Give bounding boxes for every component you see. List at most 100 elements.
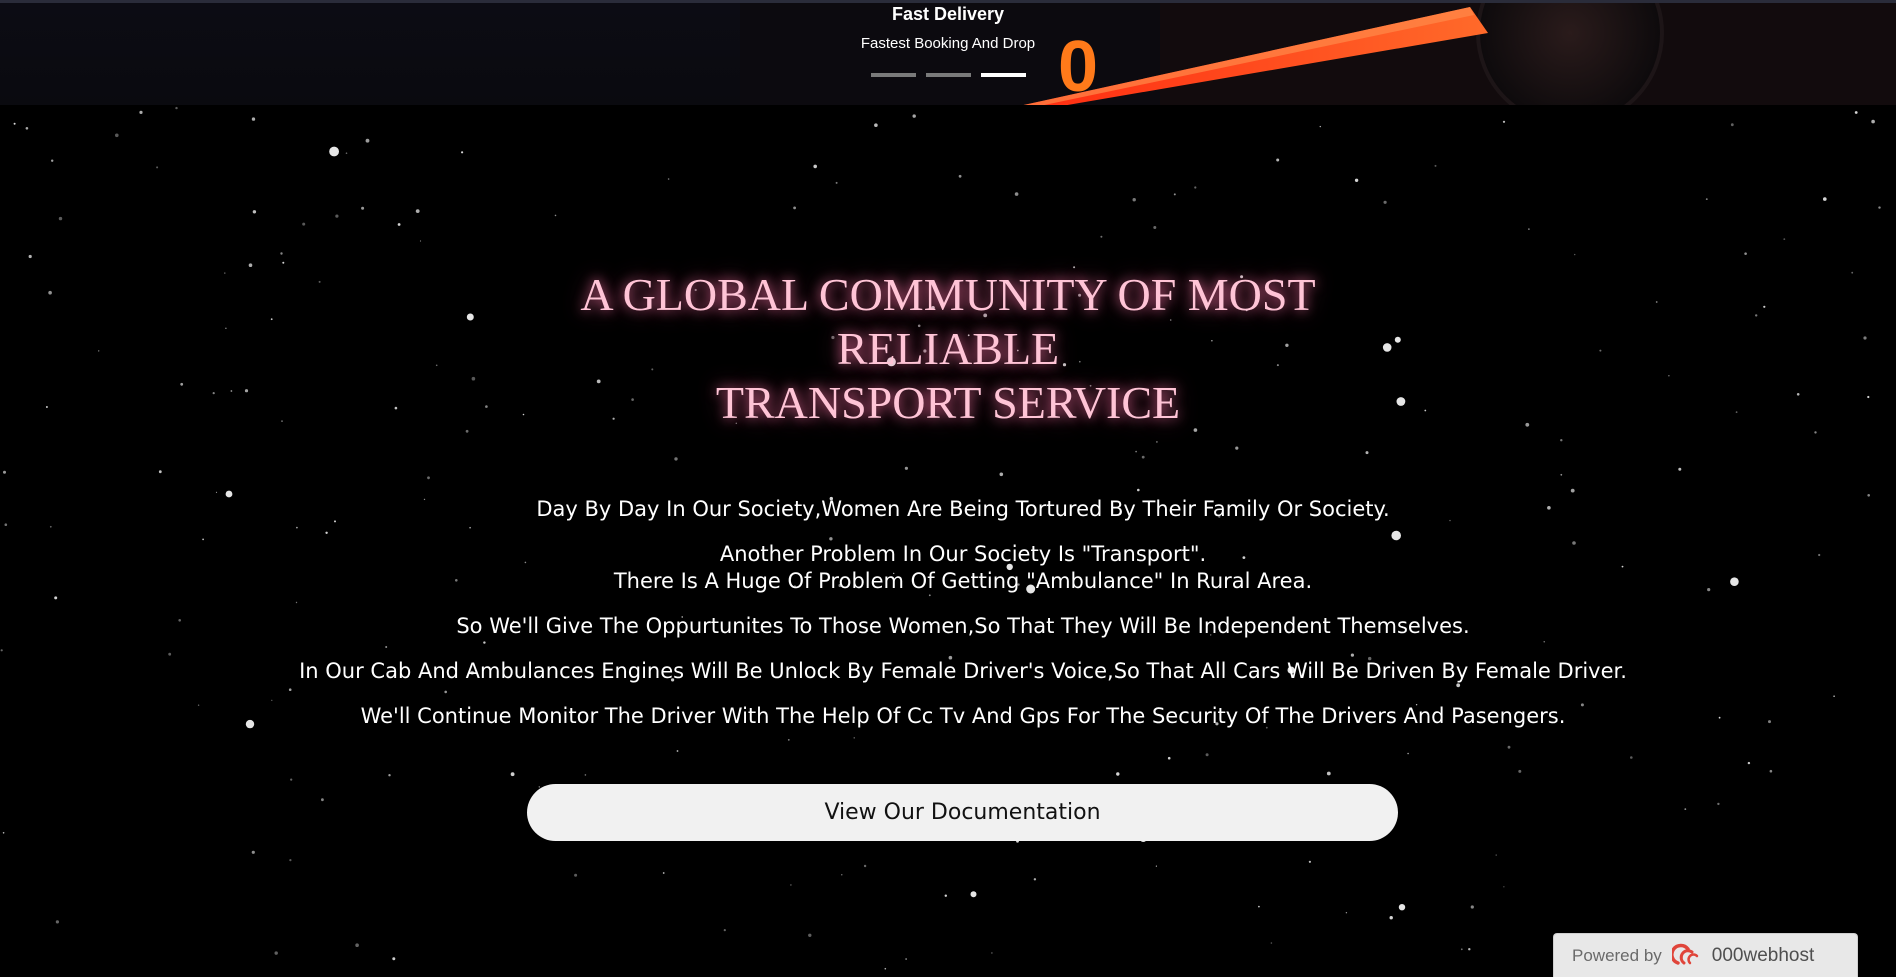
star [841, 874, 843, 876]
star [13, 122, 16, 125]
star [28, 254, 32, 259]
star [252, 210, 257, 214]
star [1735, 411, 1738, 413]
star [139, 110, 143, 114]
star [1205, 753, 1209, 757]
star [1100, 235, 1103, 238]
star [321, 798, 324, 802]
star [365, 138, 370, 143]
carousel-subtitle: Fastest Booking And Drop [860, 35, 1036, 52]
star [251, 117, 256, 121]
star [884, 967, 887, 970]
star [662, 872, 665, 874]
page: 0 Fast Delivery Fastest Booking And Drop… [0, 0, 1896, 977]
carousel-title: Fast Delivery [0, 4, 1896, 25]
star [58, 216, 63, 221]
star [1854, 111, 1858, 114]
hero-heading-line-3: TRANSPORT SERVICE [715, 377, 1181, 428]
hero-heading-line-1: A GLOBAL COMMUNITY OF MOST [580, 269, 1316, 320]
star [1717, 802, 1720, 806]
carousel-banner: 0 Fast Delivery Fastest Booking And Drop [0, 0, 1896, 105]
star [1878, 206, 1881, 209]
star [1407, 752, 1409, 755]
star [280, 252, 283, 255]
star [392, 957, 396, 961]
star [1132, 198, 1136, 202]
hero-paragraph-5: In Our Cab And Ambulances Engines Will B… [299, 659, 1627, 683]
star [674, 457, 678, 461]
star [281, 420, 283, 422]
carousel-indicator-3[interactable] [981, 73, 1026, 77]
star [2, 832, 5, 834]
star [944, 894, 947, 897]
star [1518, 769, 1522, 773]
star [419, 240, 422, 242]
star [435, 364, 438, 367]
star [45, 406, 48, 408]
star [355, 943, 359, 947]
star [1769, 769, 1773, 773]
hero-paragraph-3: There Is A Huge Of Problem Of Getting "A… [613, 569, 1313, 593]
star [1525, 422, 1530, 427]
star [667, 178, 670, 180]
star [970, 891, 977, 898]
star [1033, 878, 1037, 881]
hero-description: Day By Day In Our Society,Women Are Bein… [148, 496, 1778, 748]
star [54, 596, 58, 600]
star [1141, 455, 1145, 459]
star [115, 133, 119, 138]
star [25, 127, 29, 130]
carousel-indicator-2[interactable] [926, 73, 971, 77]
webhost-logo-icon [1671, 943, 1706, 969]
star [49, 525, 52, 528]
star [1851, 271, 1854, 274]
star [999, 472, 1004, 477]
view-documentation-button[interactable]: View Our Documentation [527, 784, 1398, 841]
star [4, 523, 8, 526]
star [1560, 473, 1563, 476]
star [835, 181, 838, 184]
star [1528, 228, 1530, 230]
star [1354, 178, 1359, 182]
star [808, 933, 812, 937]
hero-paragraph-1: Day By Day In Our Society,Women Are Bein… [536, 497, 1390, 521]
star [676, 750, 679, 752]
star [98, 350, 100, 352]
star [793, 206, 796, 210]
star [1398, 904, 1406, 911]
star [329, 146, 339, 157]
star [335, 214, 339, 218]
star [958, 174, 962, 178]
star [1684, 808, 1687, 810]
star [415, 209, 420, 214]
star [427, 476, 430, 480]
powered-by-brand: 000webhost [1711, 944, 1815, 966]
star [1655, 301, 1658, 303]
star [1365, 451, 1369, 455]
star [1503, 886, 1505, 888]
star [156, 166, 159, 169]
star [1319, 125, 1322, 128]
star [1796, 393, 1800, 396]
carousel-indicator-1[interactable] [871, 73, 916, 77]
star [574, 873, 578, 877]
star [302, 222, 306, 226]
star [554, 214, 557, 217]
star [394, 406, 398, 410]
star [1495, 854, 1497, 856]
star [48, 290, 52, 295]
star [905, 958, 907, 960]
hero-paragraph-6: We'll Continue Monitor The Driver With T… [360, 704, 1566, 728]
star [1345, 912, 1348, 914]
star [318, 280, 321, 283]
star [1155, 865, 1157, 867]
star [991, 952, 993, 954]
star [215, 491, 218, 493]
powered-by-badge[interactable]: Powered by 000webhost [1553, 933, 1858, 977]
star [1630, 756, 1633, 759]
star [55, 920, 60, 924]
star [1574, 253, 1576, 256]
star [510, 772, 515, 777]
star [1235, 446, 1239, 450]
star [1867, 494, 1870, 497]
